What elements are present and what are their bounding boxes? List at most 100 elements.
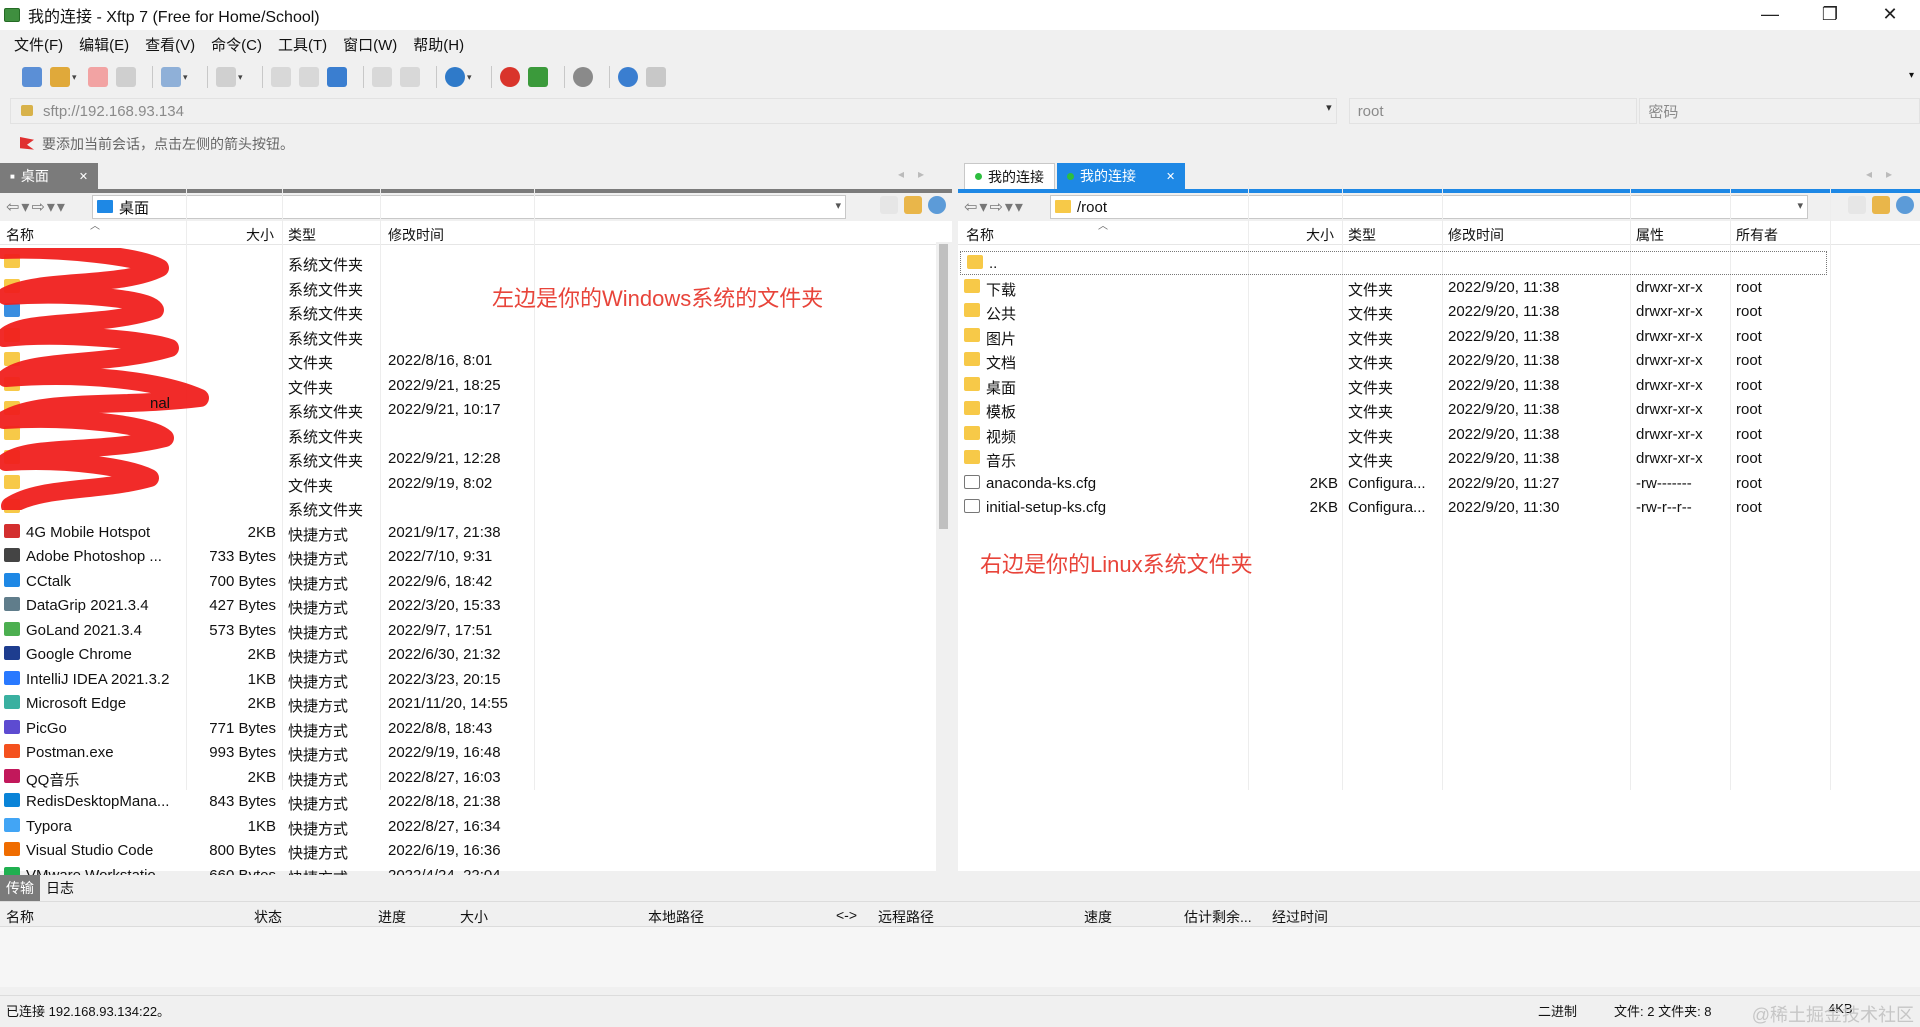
table-row[interactable]: Microsoft Edge 2KB 快捷方式 2021/11/20, 14:55 (0, 692, 952, 716)
properties-icon[interactable] (372, 67, 392, 87)
path-dropdown-icon[interactable]: ▾ (835, 199, 841, 212)
table-row[interactable]: PicGo 771 Bytes 快捷方式 2022/8/8, 18:43 (0, 717, 952, 741)
table-row[interactable]: 桌面 文件夹 2022/9/20, 11:38 drwxr-xr-x root (958, 374, 1920, 398)
tab-close-icon[interactable]: ✕ (1166, 170, 1175, 183)
local-scroll-thumb[interactable] (939, 244, 948, 529)
menu-file[interactable]: 文件(F) (14, 34, 63, 55)
table-row[interactable]: Google Chrome 2KB 快捷方式 2022/6/30, 21:32 (0, 643, 952, 667)
menu-command[interactable]: 命令(C) (211, 34, 262, 55)
table-row[interactable]: 视频 文件夹 2022/9/20, 11:38 drwxr-xr-x root (958, 423, 1920, 447)
paste-icon[interactable] (299, 67, 319, 87)
local-scrollbar[interactable] (936, 242, 952, 871)
table-row[interactable]: initial-setup-ks.cfg 2KB Configura... 2022/… (958, 496, 1920, 520)
transfer-mode[interactable]: 二进制 (1538, 1001, 1577, 1020)
globe-encoding-icon[interactable] (445, 67, 465, 87)
table-row[interactable]: DataGrip 2021.3.4 427 Bytes 快捷方式 2022/3/20,… (0, 594, 952, 618)
menu-window[interactable]: 窗口(W) (343, 34, 397, 55)
table-row[interactable]: 模板 文件夹 2022/9/20, 11:38 drwxr-xr-x root (958, 398, 1920, 422)
delete-icon[interactable] (400, 67, 420, 87)
table-row[interactable]: 下载 文件夹 2022/9/20, 11:38 drwxr-xr-x root (958, 276, 1920, 300)
col-name[interactable]: 名称 (6, 907, 34, 927)
layout-dropdown-icon[interactable]: ▾ (238, 72, 246, 83)
maximize-button[interactable]: ❐ (1800, 0, 1860, 30)
minimize-button[interactable]: — (1740, 0, 1800, 30)
local-path-field[interactable]: 桌面 ▾ (92, 195, 846, 219)
new-window-icon[interactable] (161, 67, 181, 87)
table-row[interactable]: GoLand 2021.3.4 573 Bytes 快捷方式 2022/9/7, 17… (0, 619, 952, 643)
tab-scroll-arrows-icon[interactable]: ◂▸ (1866, 167, 1906, 181)
close-button[interactable]: ✕ (1860, 0, 1920, 30)
table-row[interactable]: anaconda-ks.cfg 2KB Configura... 2022/9/20,… (958, 472, 1920, 496)
tab-local-desktop[interactable]: ■ 桌面 ✕ (0, 163, 99, 189)
col-size[interactable]: 大小 (460, 907, 488, 927)
col-name[interactable]: 名称 (6, 225, 34, 245)
tab-my-connection-2[interactable]: 我的连接 ✕ (1057, 163, 1186, 189)
col-modified[interactable]: 修改时间 (388, 225, 444, 245)
tab-transfer[interactable]: 传输 (0, 875, 40, 901)
remote-path-field[interactable]: /root ▾ (1050, 195, 1808, 219)
sync-transfer-icon[interactable] (327, 67, 347, 87)
add-session-flag-icon[interactable] (20, 137, 34, 150)
tab-log[interactable]: 日志 (40, 875, 80, 901)
col-elapsed[interactable]: 经过时间 (1272, 907, 1328, 927)
refresh-icon[interactable] (928, 196, 946, 214)
xftp-icon[interactable] (528, 67, 548, 87)
col-type[interactable]: 类型 (1348, 225, 1376, 245)
tab-scroll-arrows-icon[interactable]: ◂▸ (898, 167, 938, 181)
col-speed[interactable]: 速度 (1084, 907, 1112, 927)
table-row[interactable]: 4G Mobile Hotspot 2KB 快捷方式 2021/9/17, 21:38 (0, 521, 952, 545)
col-modified[interactable]: 修改时间 (1448, 225, 1504, 245)
table-row[interactable]: Visual Studio Code 800 Bytes 快捷方式 2022/6/19… (0, 839, 952, 863)
table-row[interactable]: IntelliJ IDEA 2021.3.2 1KB 快捷方式 2022/3/23, … (0, 668, 952, 692)
table-row[interactable]: 图片 文件夹 2022/9/20, 11:38 drwxr-xr-x root (958, 325, 1920, 349)
bookmark-star-icon[interactable] (1848, 196, 1866, 214)
col-size[interactable]: 大小 (1306, 225, 1334, 245)
table-row[interactable]: QQ音乐 2KB 快捷方式 2022/8/27, 16:03 (0, 766, 952, 790)
username-field[interactable]: root (1348, 98, 1638, 124)
col-owner[interactable]: 所有者 (1736, 225, 1778, 245)
table-row[interactable]: 文档 文件夹 2022/9/20, 11:38 drwxr-xr-x root (958, 349, 1920, 373)
col-attributes[interactable]: 属性 (1636, 225, 1664, 245)
new-session-icon[interactable] (22, 67, 42, 87)
new-folder-icon[interactable] (904, 196, 922, 214)
back-forward-icon[interactable]: ⇦▾⇨▾▾ (0, 197, 92, 217)
col-local-path[interactable]: 本地路径 (648, 907, 704, 927)
address-dropdown-icon[interactable]: ▾ (1326, 101, 1332, 114)
table-row[interactable]: Adobe Photoshop ... 733 Bytes 快捷方式 2022/7/1… (0, 545, 952, 569)
menu-tools[interactable]: 工具(T) (278, 34, 327, 55)
password-field[interactable]: 密码 (1639, 98, 1920, 124)
col-remote-path[interactable]: 远程路径 (878, 907, 934, 927)
col-name[interactable]: 名称 (966, 225, 994, 245)
table-row[interactable]: Postman.exe 993 Bytes 快捷方式 2022/9/19, 16:48 (0, 741, 952, 765)
table-row[interactable]: Typora 1KB 快捷方式 2022/8/27, 16:34 (0, 815, 952, 839)
menu-view[interactable]: 查看(V) (145, 34, 195, 55)
menu-help[interactable]: 帮助(H) (413, 34, 464, 55)
table-row[interactable]: .. (960, 251, 1827, 275)
layout-icon[interactable] (216, 67, 236, 87)
table-row[interactable]: 公共 文件夹 2022/9/20, 11:38 drwxr-xr-x root (958, 300, 1920, 324)
chat-icon[interactable] (646, 67, 666, 87)
gear-icon[interactable] (573, 67, 593, 87)
col-status[interactable]: 状态 (254, 907, 282, 927)
menu-edit[interactable]: 编辑(E) (79, 34, 129, 55)
disconnect-icon[interactable] (88, 67, 108, 87)
path-dropdown-icon[interactable]: ▾ (1797, 199, 1803, 212)
col-progress[interactable]: 进度 (378, 907, 406, 927)
tab-close-icon[interactable]: ✕ (79, 170, 88, 183)
toolbar-overflow-icon[interactable]: ▾ (1909, 70, 1914, 81)
table-row[interactable]: CCtalk 700 Bytes 快捷方式 2022/9/6, 18:42 (0, 570, 952, 594)
new-window-dropdown-icon[interactable]: ▾ (183, 72, 191, 83)
refresh-icon[interactable] (1896, 196, 1914, 214)
col-type[interactable]: 类型 (288, 225, 316, 245)
bookmark-star-icon[interactable] (880, 196, 898, 214)
tab-my-connection-1[interactable]: 我的连接 (964, 163, 1055, 189)
reconnect-icon[interactable] (116, 67, 136, 87)
back-forward-icon[interactable]: ⇦▾⇨▾▾ (958, 197, 1050, 217)
new-folder-icon[interactable] (1872, 196, 1890, 214)
col-size[interactable]: 大小 (246, 225, 274, 245)
col-direction[interactable]: <-> (836, 907, 857, 923)
table-row[interactable]: 音乐 文件夹 2022/9/20, 11:38 drwxr-xr-x root (958, 447, 1920, 471)
open-dropdown-icon[interactable]: ▾ (72, 72, 80, 83)
table-row[interactable]: RedisDesktopMana... 843 Bytes 快捷方式 2022/8/1… (0, 790, 952, 814)
col-eta[interactable]: 估计剩余... (1184, 907, 1252, 927)
